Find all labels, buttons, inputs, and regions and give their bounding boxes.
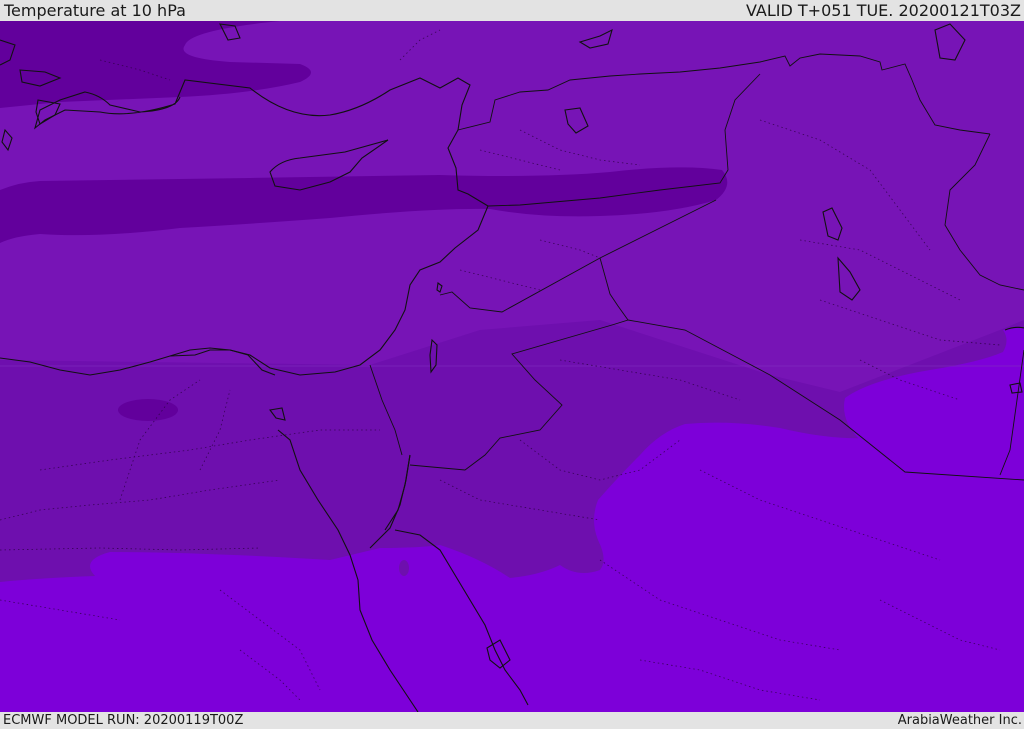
temperature-map xyxy=(0,21,1024,712)
map-area[interactable] xyxy=(0,21,1024,712)
temperature-pocket-red-sea xyxy=(399,560,409,576)
top-bar: Temperature at 10 hPa VALID T+051 TUE. 2… xyxy=(0,0,1024,21)
credit: ArabiaWeather Inc. xyxy=(897,713,1022,728)
temperature-pocket-egypt xyxy=(118,399,178,421)
map-title: Temperature at 10 hPa xyxy=(4,1,186,20)
model-run: ECMWF MODEL RUN: 20200119T00Z xyxy=(3,713,244,728)
valid-time: VALID T+051 TUE. 20200121T03Z xyxy=(745,1,1021,20)
bottom-bar: ECMWF MODEL RUN: 20200119T00Z ArabiaWeat… xyxy=(0,712,1024,729)
